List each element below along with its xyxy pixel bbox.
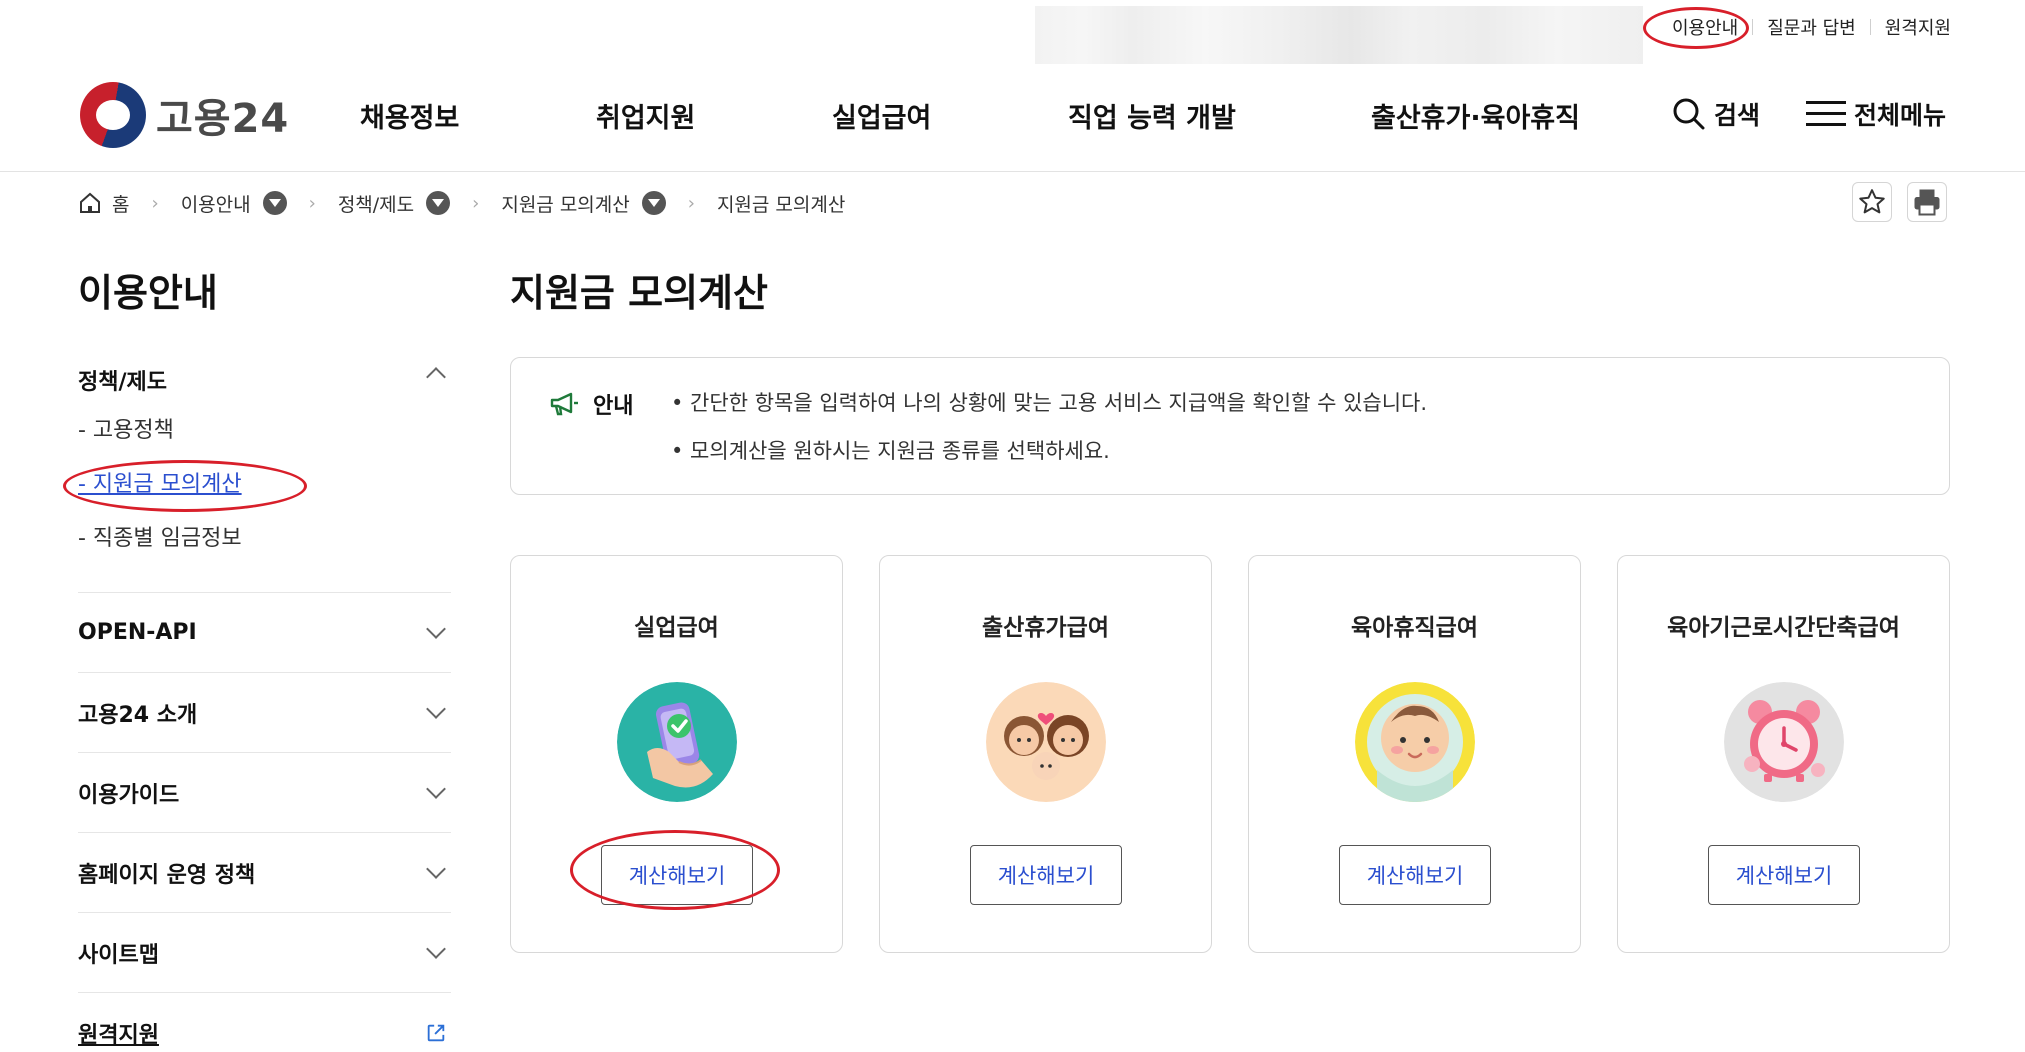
card-title: 육아휴직급여 bbox=[1351, 615, 1478, 641]
search-icon bbox=[1673, 98, 1705, 130]
card-reduced-hours-benefit: 육아기근로시간단축급여 계산해보기 bbox=[1617, 555, 1950, 953]
home-icon bbox=[80, 192, 100, 213]
blurred-region bbox=[1035, 6, 1643, 64]
breadcrumb-current: 지원금 모의계산 bbox=[716, 193, 846, 216]
chevron-down-icon bbox=[426, 618, 446, 639]
taegeuk-logo-icon bbox=[80, 82, 146, 148]
search-label: 검색 bbox=[1714, 101, 1761, 130]
chevron-down-icon bbox=[426, 778, 446, 799]
sidebar-section-openapi[interactable]: OPEN-API bbox=[78, 593, 451, 673]
all-menu-label: 전체메뉴 bbox=[1854, 101, 1947, 130]
sidebar-section-about[interactable]: 고용24 소개 bbox=[78, 673, 451, 753]
site-logo[interactable]: 고용24 bbox=[80, 82, 289, 148]
notice-line: • 간단한 항목을 입력하여 나의 상황에 맞는 고용 서비스 지급액을 확인할… bbox=[671, 391, 1428, 415]
card-title: 육아기근로시간단축급여 bbox=[1667, 615, 1900, 641]
notice-line: • 모의계산을 원하시는 지원금 종류를 선택하세요. bbox=[671, 439, 1110, 463]
notice-label: 안내 bbox=[549, 388, 633, 420]
megaphone-icon bbox=[550, 392, 578, 416]
sidebar-section-sitemap[interactable]: 사이트맵 bbox=[78, 913, 451, 993]
notice-box: 안내 • 간단한 항목을 입력하여 나의 상황에 맞는 고용 서비스 지급액을 … bbox=[510, 357, 1950, 495]
sidebar-section-site-policy[interactable]: 홈페이지 운영 정책 bbox=[78, 833, 451, 913]
chevron-down-icon bbox=[426, 858, 446, 879]
breadcrumb-guide[interactable]: 이용안내 bbox=[181, 190, 287, 217]
card-parental-leave-benefit: 육아휴직급여 계산해보기 bbox=[1248, 555, 1581, 953]
search-button[interactable]: 검색 bbox=[1672, 96, 1760, 132]
dropdown-icon[interactable] bbox=[262, 191, 287, 215]
chevron-right-icon: › bbox=[151, 192, 159, 214]
print-button[interactable] bbox=[1907, 182, 1947, 222]
parents-baby-icon bbox=[986, 682, 1106, 802]
page-title: 지원금 모의계산 bbox=[510, 271, 768, 315]
favorite-button[interactable] bbox=[1852, 182, 1892, 222]
notice-lines: • 간단한 항목을 입력하여 나의 상황에 맞는 고용 서비스 지급액을 확인할… bbox=[671, 388, 1427, 484]
chevron-right-icon: › bbox=[308, 192, 316, 214]
card-title: 출산휴가급여 bbox=[982, 615, 1109, 641]
annotation-circle bbox=[1643, 7, 1749, 49]
dropdown-icon[interactable] bbox=[426, 191, 451, 215]
sidebar-item-wage-info[interactable]: - 직종별 임금정보 bbox=[78, 512, 451, 566]
calculate-button[interactable]: 계산해보기 bbox=[1708, 845, 1860, 905]
logo-text: 고용24 bbox=[156, 96, 290, 142]
all-menu-button[interactable]: 전체메뉴 bbox=[1806, 96, 1946, 132]
util-link-remote[interactable]: 원격지원 bbox=[1885, 14, 1951, 40]
nav-jobs[interactable]: 채용정보 bbox=[360, 96, 459, 135]
calculate-button[interactable]: 계산해보기 bbox=[1339, 845, 1491, 905]
chevron-right-icon: › bbox=[472, 192, 480, 214]
util-link-qna[interactable]: 질문과 답변 bbox=[1767, 14, 1856, 40]
sidebar-section-guide[interactable]: 이용가이드 bbox=[78, 753, 451, 833]
sidebar-section-remote[interactable]: 원격지원 bbox=[78, 993, 451, 1052]
phone-check-icon bbox=[617, 682, 737, 802]
baby-face-icon bbox=[1355, 682, 1475, 802]
dropdown-icon[interactable] bbox=[641, 191, 666, 215]
chevron-right-icon: › bbox=[687, 192, 695, 214]
nav-skills-development[interactable]: 직업 능력 개발 bbox=[1068, 96, 1236, 135]
breadcrumb-home[interactable]: 홈 bbox=[78, 190, 129, 217]
card-title: 실업급여 bbox=[634, 615, 719, 641]
hamburger-icon bbox=[1806, 101, 1846, 126]
breadcrumb: 홈 › 이용안내 › 정책/제도 › 지원금 모의계산 › 지원금 모의계산 bbox=[78, 188, 845, 218]
annotation-circle bbox=[63, 460, 307, 512]
sidebar-toggle-policy[interactable]: 정책/제도 bbox=[78, 348, 451, 404]
nav-parental-leave[interactable]: 출산휴가·육아휴직 bbox=[1371, 96, 1580, 135]
sidebar-menu: 정책/제도 - 고용정책 - 지원금 모의계산 - 직종별 임금정보 OPEN-… bbox=[78, 348, 451, 1052]
breadcrumb-calc[interactable]: 지원금 모의계산 bbox=[501, 190, 666, 217]
star-icon bbox=[1859, 189, 1885, 214]
util-divider bbox=[1752, 19, 1754, 35]
alarm-clock-icon bbox=[1724, 682, 1844, 802]
chevron-down-icon bbox=[426, 698, 446, 719]
breadcrumb-policy[interactable]: 정책/제도 bbox=[338, 190, 451, 217]
util-divider bbox=[1869, 19, 1871, 35]
printer-icon bbox=[1914, 189, 1940, 216]
annotation-circle bbox=[570, 830, 780, 910]
header-divider bbox=[0, 171, 2025, 172]
sidebar-item-employment-policy[interactable]: - 고용정책 bbox=[78, 404, 451, 458]
calculate-button[interactable]: 계산해보기 bbox=[970, 845, 1122, 905]
chevron-down-icon bbox=[426, 938, 446, 959]
sidebar-title: 이용안내 bbox=[78, 271, 218, 315]
chevron-up-icon bbox=[426, 367, 446, 387]
external-link-icon bbox=[427, 1024, 445, 1041]
nav-unemployment-benefit[interactable]: 실업급여 bbox=[832, 96, 931, 135]
card-maternity-leave-benefit: 출산휴가급여 계산해보기 bbox=[879, 555, 1212, 953]
nav-employment-support[interactable]: 취업지원 bbox=[596, 96, 695, 135]
